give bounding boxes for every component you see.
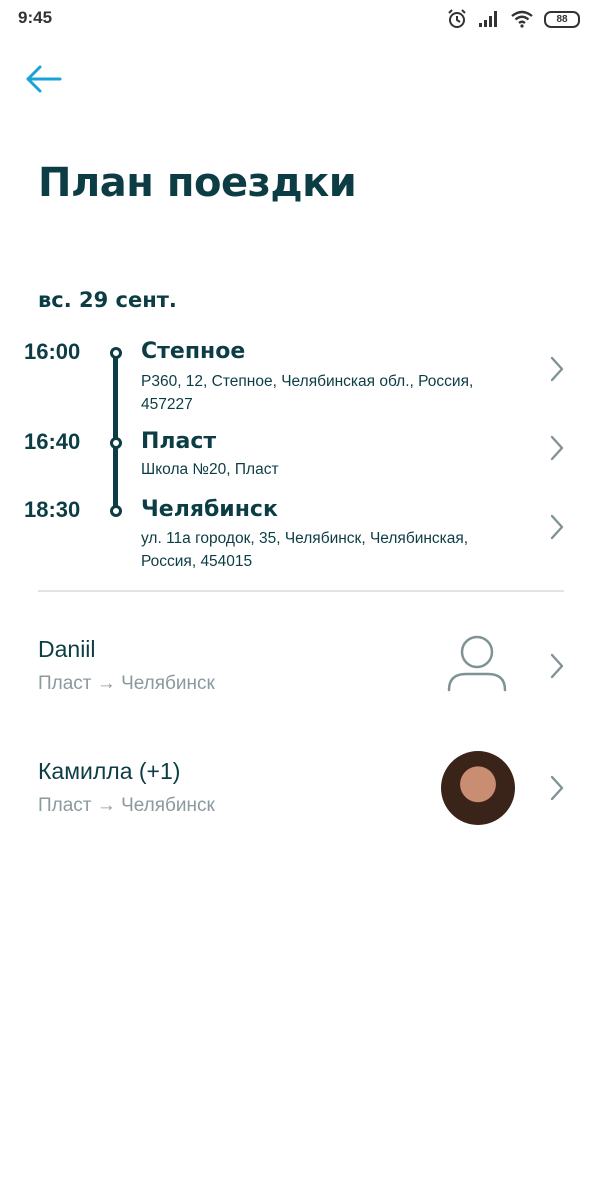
stop-address: ул. 11а городок, 35, Челябинск, Челябинс…	[141, 530, 469, 570]
divider	[38, 590, 564, 592]
passenger-name: Камилла (+1)	[38, 758, 181, 784]
arrow-left-icon	[26, 65, 62, 93]
passenger-item-kamilla[interactable]: Камилла (+1) Пласт → Челябинск	[0, 742, 600, 842]
stop-item-stepnoe[interactable]: 16:00 Степное Р360, 12, Степное, Челябин…	[0, 336, 600, 420]
stop-time: 18:30	[24, 497, 81, 522]
signal-icon	[479, 11, 497, 27]
chevron-right-icon	[550, 435, 564, 461]
stop-address: Р360, 12, Степное, Челябинская обл., Рос…	[141, 373, 474, 413]
stop-name: Челябинск	[141, 497, 278, 522]
trip-date: вс. 29 сент.	[38, 288, 177, 312]
avatar	[441, 751, 515, 825]
stop-item-plast[interactable]: 16:40 Пласт Школа №20, Пласт	[0, 426, 600, 486]
battery-icon: 88	[544, 10, 580, 28]
alarm-icon	[448, 9, 466, 28]
chevron-right-icon	[550, 356, 564, 382]
passenger-item-daniil[interactable]: Daniil Пласт → Челябинск	[0, 620, 600, 720]
person-outline-icon	[447, 635, 507, 692]
chevron-right-icon	[550, 514, 564, 540]
stop-time: 16:40	[24, 429, 81, 454]
stop-name: Пласт	[141, 429, 217, 454]
page-title: План поездки	[38, 160, 357, 206]
back-button[interactable]	[22, 60, 66, 100]
stop-item-chelyabinsk[interactable]: 18:30 Челябинск ул. 11а городок, 35, Чел…	[0, 494, 600, 578]
stop-time: 16:00	[24, 339, 81, 364]
status-icons: 88	[446, 8, 580, 30]
wifi-icon	[511, 10, 533, 28]
stop-address: Школа №20, Пласт	[141, 461, 279, 478]
chevron-right-icon	[550, 653, 564, 679]
status-time: 9:45	[18, 8, 53, 27]
status-bar: 9:45 88	[0, 0, 600, 40]
stop-name: Степное	[141, 339, 246, 364]
passenger-name: Daniil	[38, 636, 96, 662]
passenger-route: Пласт → Челябинск	[38, 673, 215, 694]
passenger-route: Пласт → Челябинск	[38, 795, 215, 816]
chevron-right-icon	[550, 775, 564, 801]
